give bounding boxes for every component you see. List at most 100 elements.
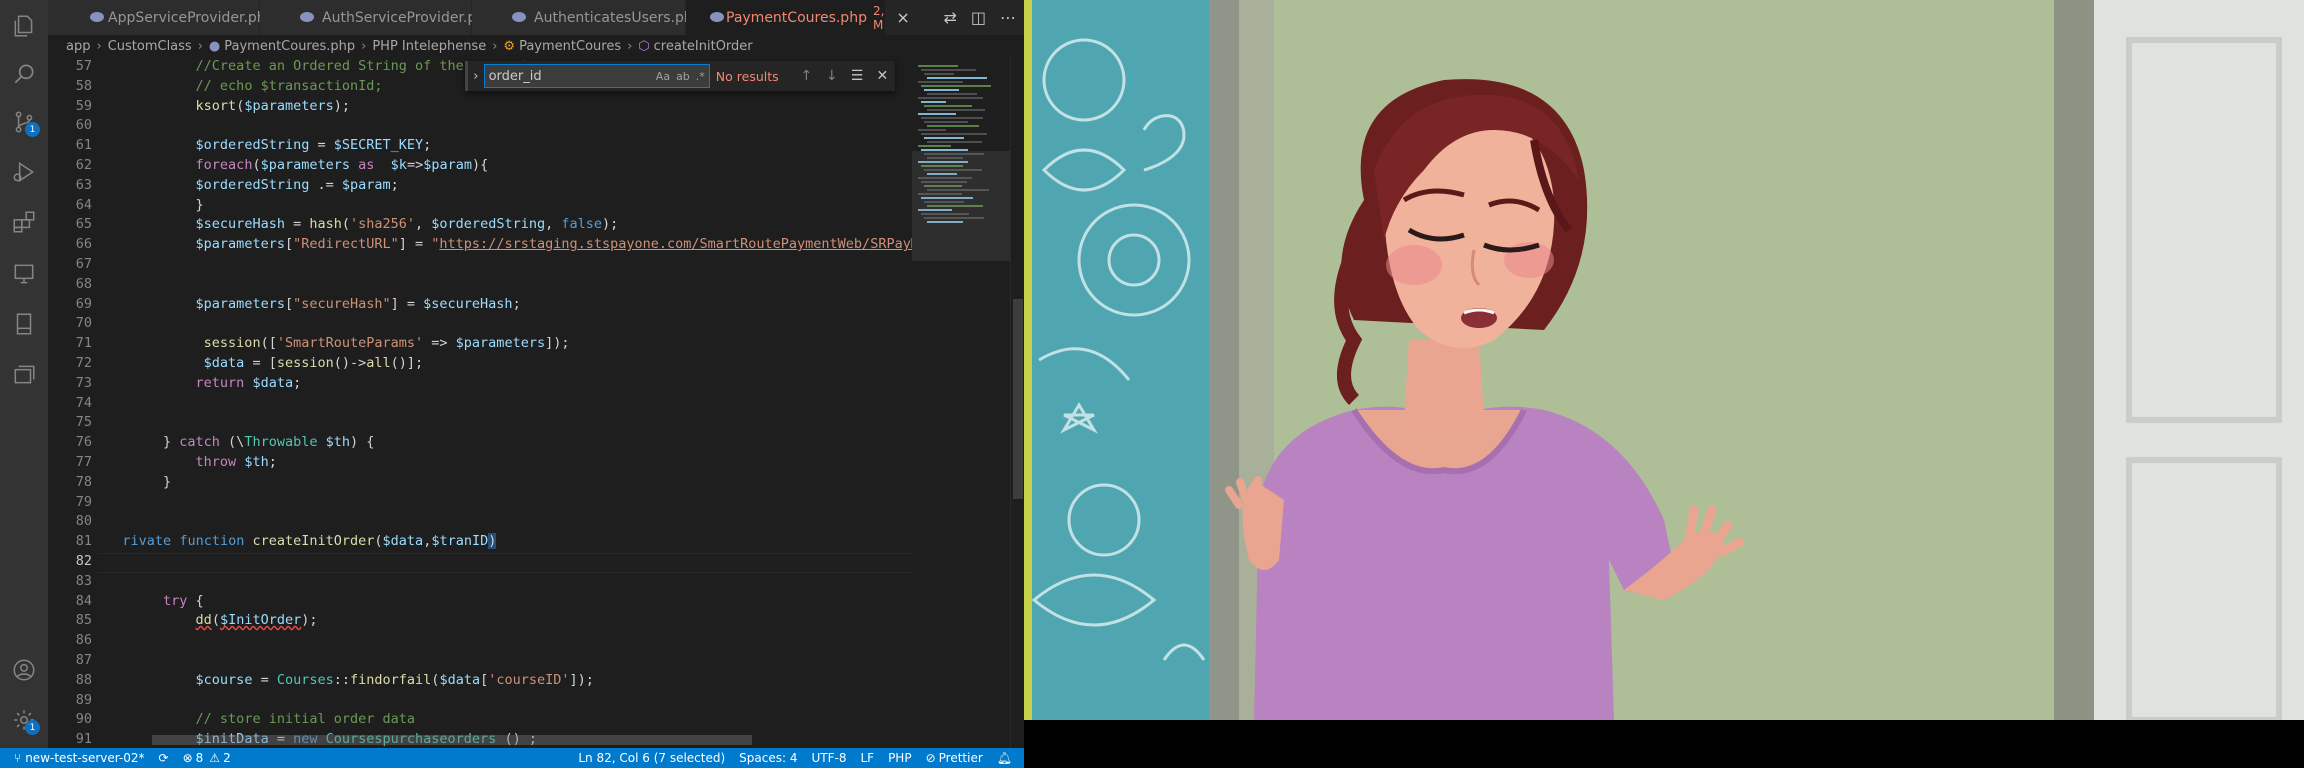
line-number: 76 xyxy=(75,434,92,451)
find-input[interactable]: order_id Aa ab .* xyxy=(483,64,710,88)
code-line: $orderedString = $SECRET_KEY; xyxy=(195,137,432,154)
line-number: 79 xyxy=(75,493,92,510)
chevron-right-icon: › xyxy=(627,38,633,54)
gear-icon[interactable]: 1 xyxy=(0,696,48,744)
account-icon[interactable] xyxy=(0,646,48,694)
line-number: 74 xyxy=(75,394,92,411)
split-editor-icon[interactable]: ◫ xyxy=(971,8,986,27)
video-player[interactable] xyxy=(1024,0,2304,720)
php-file-icon xyxy=(90,12,104,22)
code-line: $secureHash = hash('sha256', $orderedStr… xyxy=(195,216,619,233)
vscode-window: 1 1 AppServiceProvider.php AuthServicePr… xyxy=(0,0,1024,768)
scm-badge: 1 xyxy=(25,122,40,137)
language-mode[interactable]: PHP xyxy=(888,751,912,765)
line-number: 70 xyxy=(75,315,92,332)
breadcrumb-item[interactable]: createInitOrder xyxy=(654,39,753,54)
code-line: try { xyxy=(163,592,204,609)
find-widget: › order_id Aa ab .* No results ↑ ↓ ☰ ✕ xyxy=(465,61,895,91)
line-number: 62 xyxy=(75,157,92,173)
code-line: $parameters["RedirectURL"] = "https://sr… xyxy=(195,236,912,253)
tab-appserviceprovider[interactable]: AppServiceProvider.php xyxy=(48,0,275,35)
method-icon: ⬡ xyxy=(638,38,650,54)
minimap-line xyxy=(927,141,982,143)
code-line: session(['SmartRouteParams' => $paramete… xyxy=(203,335,570,352)
more-actions-icon[interactable]: ⋯ xyxy=(1000,8,1016,27)
minimap-line xyxy=(924,105,972,107)
end-of-line[interactable]: LF xyxy=(860,751,874,765)
minimap-viewport[interactable] xyxy=(912,151,1010,261)
line-number: 86 xyxy=(75,632,92,649)
minimap-line xyxy=(924,121,968,123)
arrow-up-icon[interactable]: ↑ xyxy=(794,68,819,84)
run-debug-icon[interactable] xyxy=(0,148,48,196)
scroll-thumb[interactable] xyxy=(1013,299,1023,499)
class-icon: ⚙ xyxy=(503,38,516,54)
chevron-right-icon[interactable]: › xyxy=(468,69,484,84)
tab-authserviceprovider[interactable]: AuthServiceProvider.php xyxy=(260,0,494,35)
search-icon[interactable] xyxy=(0,50,48,98)
explorer-icon[interactable] xyxy=(0,2,48,50)
branch-item[interactable]: ⑂ new-test-server-02* xyxy=(14,751,145,765)
breadcrumb-item[interactable]: PaymentCoures.php xyxy=(224,39,355,54)
breadcrumb-item[interactable]: CustomClass xyxy=(108,39,192,54)
tab-paymentcoures[interactable]: PaymentCoures.php 2, M × xyxy=(686,0,910,35)
code-line: } xyxy=(98,473,172,490)
match-case-icon[interactable]: Aa xyxy=(656,70,670,83)
code-line: dd($InitOrder); xyxy=(195,612,318,629)
php-file-icon: ● xyxy=(208,38,221,54)
minimap-line xyxy=(921,101,946,103)
cursor-position[interactable]: Ln 82, Col 6 (7 selected) xyxy=(578,751,725,765)
code-line: ksort($parameters); xyxy=(195,97,350,114)
regex-icon[interactable]: .* xyxy=(696,70,705,83)
line-number: 88 xyxy=(75,671,92,688)
indentation[interactable]: Spaces: 4 xyxy=(739,751,797,765)
chevron-right-icon: › xyxy=(197,38,203,54)
layers-icon[interactable] xyxy=(0,350,48,398)
minimap-line xyxy=(918,113,956,115)
prettier-item[interactable]: ⊘ Prettier xyxy=(926,751,983,765)
minimap-line xyxy=(921,133,987,135)
notifications-icon[interactable]: 🔔︎ xyxy=(997,751,1012,765)
minimap-line xyxy=(918,81,963,83)
breadcrumb-item[interactable]: PaymentCoures xyxy=(519,39,621,54)
tab-problem-count: 2, M xyxy=(872,3,885,32)
breadcrumb-item[interactable]: PHP Intelephense xyxy=(372,39,486,54)
php-file-icon xyxy=(300,12,314,22)
find-in-selection-icon[interactable]: ☰ xyxy=(844,68,869,84)
minimap-line xyxy=(924,137,964,139)
minimap[interactable] xyxy=(912,57,1010,748)
vertical-scrollbar[interactable] xyxy=(1010,57,1024,748)
code-line: $course = Courses::findorfail($data['cou… xyxy=(195,671,594,688)
encoding[interactable]: UTF-8 xyxy=(811,751,846,765)
code-line: throw $th; xyxy=(195,454,277,470)
line-number: 66 xyxy=(75,236,92,253)
book-icon[interactable] xyxy=(0,300,48,348)
horizontal-scrollbar[interactable] xyxy=(152,735,752,745)
minimap-line xyxy=(918,129,946,131)
source-control-icon[interactable]: 1 xyxy=(0,98,48,146)
extensions-icon[interactable] xyxy=(0,198,48,246)
close-icon[interactable]: ✕ xyxy=(870,68,895,84)
line-number: 57 xyxy=(75,58,92,74)
line-number: 80 xyxy=(75,513,92,530)
line-number: 72 xyxy=(75,355,92,371)
sync-icon[interactable]: ⟳ xyxy=(159,751,169,765)
code-line: } catch (\Throwable $th) { xyxy=(98,434,375,451)
minimap-line xyxy=(918,65,958,67)
problems-item[interactable]: ⊗ 8 ⚠ 2 xyxy=(183,751,231,765)
line-number: 68 xyxy=(75,275,92,292)
arrow-down-icon[interactable]: ↓ xyxy=(819,68,844,84)
line-number: 71 xyxy=(75,335,92,352)
code-editor[interactable]: //Create an Ordered String of the parame… xyxy=(98,57,912,748)
remote-explorer-icon[interactable] xyxy=(0,250,48,298)
compare-changes-icon[interactable]: ⇄ xyxy=(943,8,956,27)
code-line: return $data; xyxy=(195,374,302,391)
minimap-line xyxy=(927,125,979,127)
breadcrumb-item[interactable]: app xyxy=(66,39,90,54)
close-icon[interactable]: × xyxy=(896,8,909,27)
line-number: 77 xyxy=(75,454,92,470)
line-number: 59 xyxy=(75,97,92,114)
match-word-icon[interactable]: ab xyxy=(676,70,690,83)
tab-authenticatesusers[interactable]: AuthenticatesUsers.php xyxy=(472,0,702,35)
line-number: 84 xyxy=(75,592,92,609)
